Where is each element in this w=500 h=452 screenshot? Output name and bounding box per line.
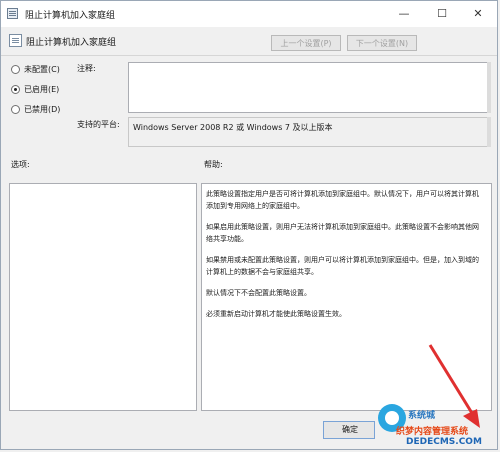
policy-app-icon — [7, 8, 18, 19]
comment-label: 注释: — [77, 64, 96, 73]
title-bar: 阻止计算机加入家庭组 — ☐ ✕ — [1, 1, 497, 27]
watermark-line1: 系统城 — [408, 411, 436, 421]
help-paragraph: 必须重新启动计算机才能使此策略设置生效。 — [206, 310, 346, 318]
ok-button[interactable]: 确定 — [323, 421, 375, 439]
platform-field: Windows Server 2008 R2 或 Windows 7 及以上版本 — [128, 117, 491, 147]
radio-label: 已启用(E) — [24, 85, 60, 94]
help-panel: 此策略设置指定用户是否可将计算机添加到家庭组中。默认情况下，用户可以将其计算机添… — [201, 183, 492, 411]
platform-value: Windows Server 2008 R2 或 Windows 7 及以上版本 — [133, 123, 333, 132]
help-paragraph: 此策略设置指定用户是否可将计算机添加到家庭组中。默认情况下，用户可以将其计算机添… — [206, 190, 479, 210]
previous-setting-button[interactable]: 上一个设置(P) — [271, 35, 341, 51]
radio-circle-selected[interactable] — [11, 85, 20, 94]
platform-scrollbar[interactable] — [487, 117, 491, 147]
radio-label: 已禁用(D) — [24, 105, 61, 114]
maximize-button[interactable]: ☐ — [425, 1, 459, 27]
help-paragraph: 如果启用此策略设置，则用户无法将计算机添加到家庭组中。此策略设置不会影响其他网络… — [206, 223, 479, 243]
options-label: 选项: — [11, 160, 30, 169]
watermark-line2: 织梦内容管理系统 — [396, 427, 469, 437]
comment-textarea[interactable] — [128, 62, 491, 113]
comment-scrollbar[interactable] — [487, 62, 491, 113]
help-paragraph: 默认情况下不会配置此策略设置。 — [206, 289, 311, 297]
minimize-button[interactable]: — — [387, 1, 421, 27]
help-paragraph: 如果禁用或未配置此策略设置，则用户可以将计算机添加到家庭组中。但是，加入到域的计… — [206, 256, 479, 276]
radio-circle[interactable] — [11, 65, 20, 74]
radio-circle[interactable] — [11, 105, 20, 114]
policy-header: 阻止计算机加入家庭组 上一个设置(P) 下一个设置(N) — [1, 27, 497, 57]
platform-label: 支持的平台: — [77, 120, 120, 129]
options-panel — [9, 183, 197, 411]
header-divider — [1, 55, 497, 56]
window-title: 阻止计算机加入家庭组 — [25, 11, 116, 21]
policy-setting-icon — [9, 34, 22, 47]
close-button[interactable]: ✕ — [461, 1, 495, 27]
policy-window: 阻止计算机加入家庭组 — ☐ ✕ 阻止计算机加入家庭组 上一个设置(P) 下一个… — [0, 0, 498, 450]
watermark-line3: DEDECMS.COM — [406, 437, 482, 447]
radio-label: 未配置(C) — [24, 65, 60, 74]
watermark: 系统城 织梦内容管理系统 DEDECMS.COM — [376, 402, 500, 452]
next-setting-button[interactable]: 下一个设置(N) — [347, 35, 417, 51]
help-label: 帮助: — [204, 160, 223, 169]
policy-name: 阻止计算机加入家庭组 — [26, 38, 117, 48]
